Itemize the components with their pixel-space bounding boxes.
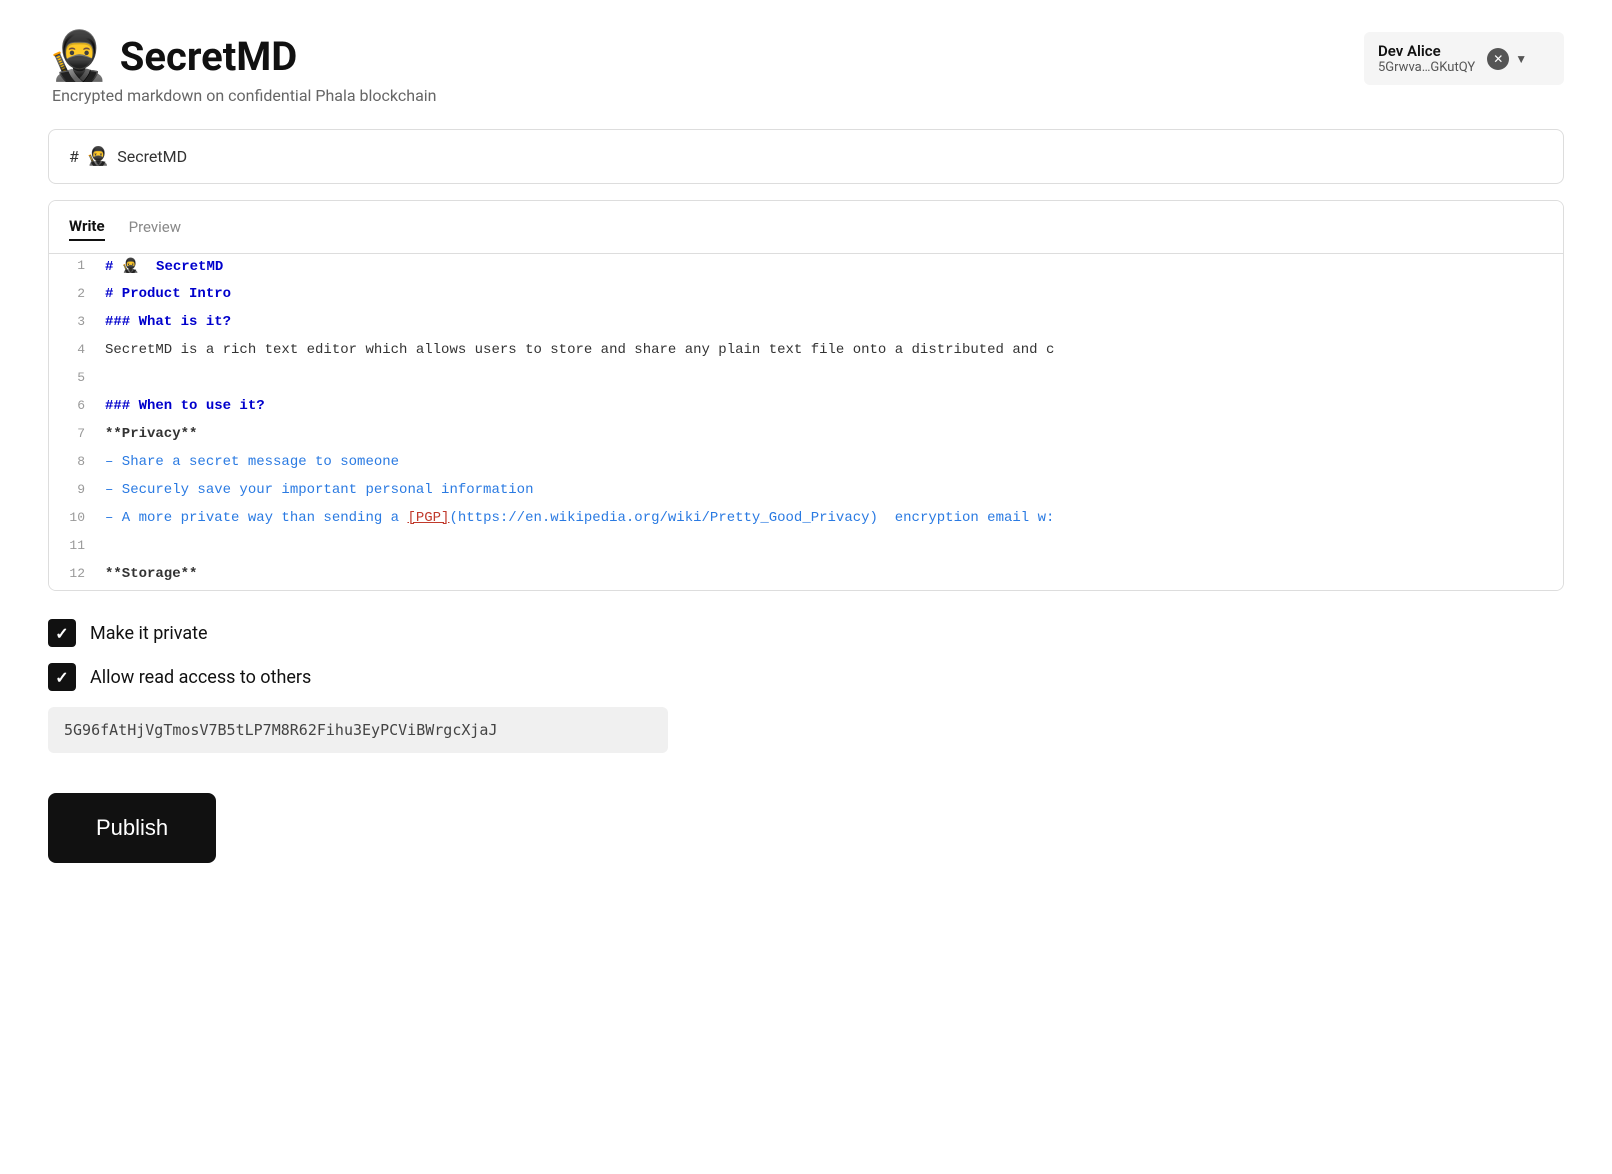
- line-number: 5: [49, 366, 97, 389]
- line-number: 3: [49, 310, 97, 333]
- code-line-9: 9 – Securely save your important persona…: [49, 478, 1563, 506]
- user-name: Dev Alice: [1378, 42, 1475, 60]
- publish-button[interactable]: Publish: [48, 793, 216, 863]
- breadcrumb-title: SecretMD: [117, 147, 187, 166]
- brand: 🥷 SecretMD Encrypted markdown on confide…: [48, 32, 437, 105]
- user-address: 5Grwva…GKutQY: [1378, 60, 1475, 75]
- code-line-3: 3 ### What is it?: [49, 310, 1563, 338]
- code-line-6: 6 ### When to use it?: [49, 394, 1563, 422]
- brand-title: 🥷 SecretMD: [48, 32, 437, 80]
- line-number: 6: [49, 394, 97, 417]
- code-line-4: 4 SecretMD is a rich text editor which a…: [49, 338, 1563, 366]
- code-line-8: 8 – Share a secret message to someone: [49, 450, 1563, 478]
- code-editor[interactable]: 1 # 🥷 SecretMD 2 # Product Intro 3 ### W…: [49, 254, 1563, 590]
- line-number: 9: [49, 478, 97, 501]
- line-content: # Product Intro: [97, 282, 1563, 306]
- line-content: – A more private way than sending a [PGP…: [97, 506, 1563, 530]
- breadcrumb-icon: 🥷: [87, 146, 109, 167]
- code-line-12: 12 **Storage**: [49, 562, 1563, 590]
- checkmark-icon: ✓: [55, 624, 68, 643]
- line-number: 4: [49, 338, 97, 361]
- code-line-2: 2 # Product Intro: [49, 282, 1563, 310]
- chevron-down-icon[interactable]: ▼: [1515, 52, 1527, 66]
- code-line-5: 5: [49, 366, 1563, 394]
- line-number: 10: [49, 506, 97, 529]
- brand-name: SecretMD: [120, 33, 298, 80]
- line-number: 1: [49, 254, 97, 277]
- disconnect-button[interactable]: ✕: [1487, 48, 1509, 70]
- allow-read-checkbox[interactable]: ✓: [48, 663, 76, 691]
- options-section: ✓ Make it private ✓ Allow read access to…: [48, 619, 1564, 753]
- line-content: **Privacy**: [97, 422, 1563, 446]
- line-content: ### What is it?: [97, 310, 1563, 334]
- line-number: 2: [49, 282, 97, 305]
- tab-preview[interactable]: Preview: [129, 214, 181, 240]
- line-number: 11: [49, 534, 97, 557]
- main-content: # 🥷 SecretMD Write Preview 1 # 🥷 SecretM…: [0, 129, 1612, 863]
- line-content: SecretMD is a rich text editor which all…: [97, 338, 1563, 362]
- allow-read-row: ✓ Allow read access to others: [48, 663, 1564, 691]
- brand-subtitle: Encrypted markdown on confidential Phala…: [48, 86, 437, 105]
- checkmark-icon: ✓: [55, 668, 68, 687]
- user-profile[interactable]: Dev Alice 5Grwva…GKutQY ✕ ▼: [1364, 32, 1564, 85]
- line-content: # 🥷 SecretMD: [97, 254, 1563, 279]
- code-line-7: 7 **Privacy**: [49, 422, 1563, 450]
- code-line-1: 1 # 🥷 SecretMD: [49, 254, 1563, 282]
- user-info: Dev Alice 5Grwva…GKutQY: [1378, 42, 1475, 75]
- editor-tabs: Write Preview: [49, 201, 1563, 254]
- line-content: – Share a secret message to someone: [97, 450, 1563, 474]
- code-line-11: 11: [49, 534, 1563, 562]
- line-number: 7: [49, 422, 97, 445]
- breadcrumb-hash: #: [69, 147, 79, 166]
- line-number: 12: [49, 562, 97, 585]
- breadcrumb: # 🥷 SecretMD: [48, 129, 1564, 184]
- make-private-checkbox[interactable]: ✓: [48, 619, 76, 647]
- line-content: [97, 534, 1563, 542]
- make-private-label: Make it private: [90, 623, 208, 644]
- code-line-10: 10 – A more private way than sending a […: [49, 506, 1563, 534]
- user-controls: ✕ ▼: [1487, 48, 1527, 70]
- make-private-row: ✓ Make it private: [48, 619, 1564, 647]
- access-key-input[interactable]: [48, 707, 668, 753]
- line-content: – Securely save your important personal …: [97, 478, 1563, 502]
- line-content: [97, 366, 1563, 374]
- editor-container: Write Preview 1 # 🥷 SecretMD 2 # Product…: [48, 200, 1564, 591]
- line-content: ### When to use it?: [97, 394, 1563, 418]
- allow-read-label: Allow read access to others: [90, 667, 311, 688]
- header: 🥷 SecretMD Encrypted markdown on confide…: [0, 0, 1612, 129]
- brand-logo-icon: 🥷: [48, 32, 108, 80]
- line-number: 8: [49, 450, 97, 473]
- line-content: **Storage**: [97, 562, 1563, 586]
- tab-write[interactable]: Write: [69, 213, 105, 241]
